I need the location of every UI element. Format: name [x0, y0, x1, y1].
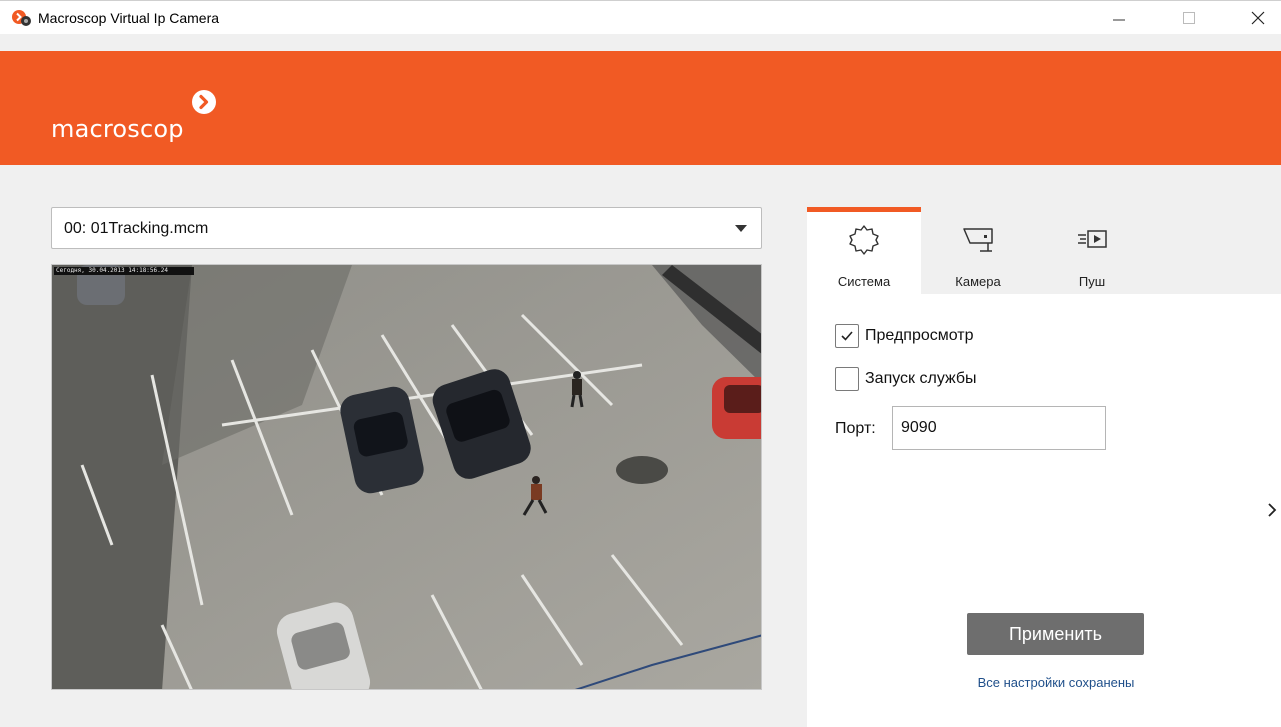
maximize-icon: [1183, 12, 1195, 24]
minimize-button[interactable]: [1096, 1, 1142, 35]
brand-logo-text: macroscop: [51, 115, 184, 143]
tab-system-label: Система: [837, 274, 891, 289]
close-button[interactable]: [1235, 1, 1281, 35]
settings-panel: Система Камера Пуш Предпросмотр Запуск с…: [807, 207, 1281, 727]
start-service-option[interactable]: Запуск службы: [835, 365, 977, 393]
save-status-text: Все настройки сохранены: [977, 675, 1135, 690]
apply-button[interactable]: Применить: [967, 613, 1144, 655]
window-title: Macroscop Virtual Ip Camera: [38, 10, 220, 26]
brand-arrow-icon: [192, 90, 216, 114]
chevron-right-icon[interactable]: [1266, 500, 1278, 520]
parking-lot-image: [52, 265, 761, 689]
port-label: Порт:: [835, 420, 876, 437]
start-service-checkbox[interactable]: [835, 367, 859, 391]
preview-option[interactable]: Предпросмотр: [835, 322, 974, 350]
dropdown-arrow-icon: [735, 225, 747, 232]
close-icon: [1251, 11, 1265, 25]
app-logo-icon: [12, 10, 31, 26]
maximize-button[interactable]: [1166, 1, 1212, 35]
port-input[interactable]: [892, 406, 1106, 450]
tab-system[interactable]: Система: [807, 207, 921, 294]
tab-camera-label: Камера: [955, 274, 1001, 289]
brand-banner: macroscop: [0, 51, 1281, 165]
gear-outline-icon: [849, 225, 879, 255]
settings-tabs: Система Камера Пуш: [807, 207, 1281, 294]
minimize-icon: [1113, 19, 1125, 21]
source-file-dropdown[interactable]: 00: 01Tracking.mcm: [51, 207, 762, 249]
video-preview: Сегодня, 30.04.2013 14:18:56.24: [51, 264, 762, 690]
start-service-label: Запуск службы: [865, 370, 977, 387]
checkmark-icon: [841, 331, 853, 341]
tab-push[interactable]: Пуш: [1035, 207, 1149, 294]
car-red: [712, 377, 761, 439]
camera-icon: [963, 228, 993, 252]
tab-push-label: Пуш: [1078, 274, 1106, 289]
push-icon: [1078, 230, 1107, 248]
app-window: Macroscop Virtual Ip Camera macroscop 00…: [0, 0, 1281, 727]
source-file-value: 00: 01Tracking.mcm: [64, 220, 209, 237]
title-bar[interactable]: Macroscop Virtual Ip Camera: [0, 0, 1281, 34]
video-timestamp-overlay: Сегодня, 30.04.2013 14:18:56.24: [54, 267, 194, 275]
preview-checkbox[interactable]: [835, 324, 859, 348]
preview-label: Предпросмотр: [865, 327, 974, 344]
tab-camera[interactable]: Камера: [921, 207, 1035, 294]
